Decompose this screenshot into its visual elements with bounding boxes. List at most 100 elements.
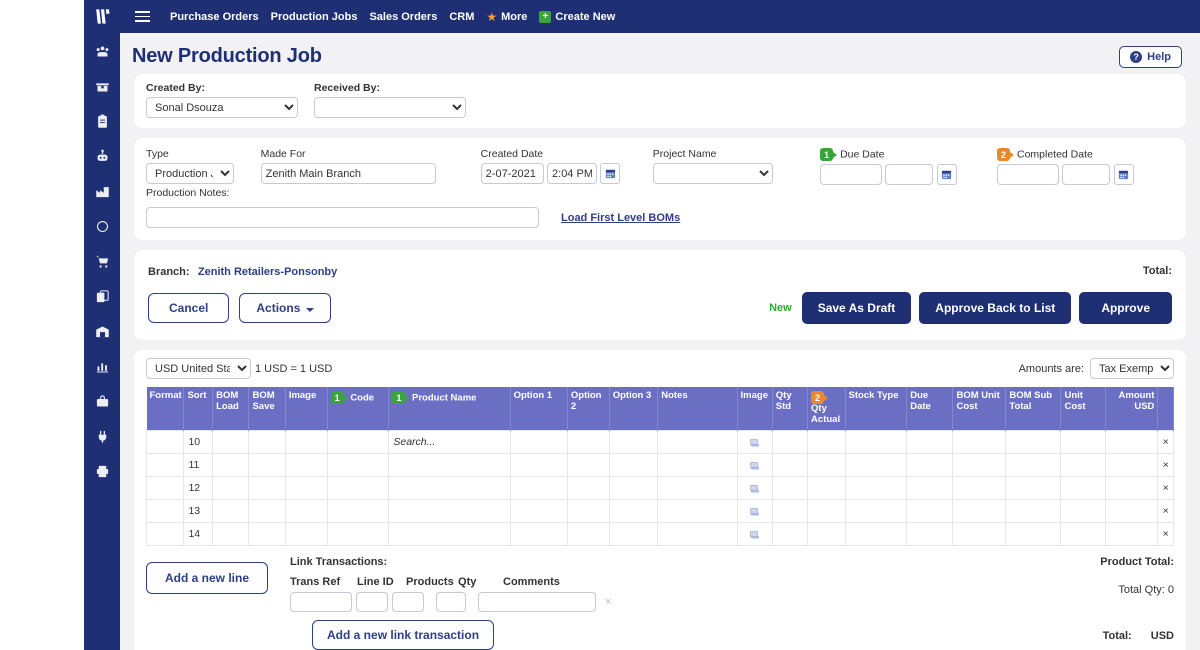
cell-product-name[interactable] xyxy=(388,453,511,478)
cell-stock-type[interactable] xyxy=(844,476,908,501)
lt-comments-input[interactable] xyxy=(478,592,597,613)
cell-bom-unit-cost[interactable] xyxy=(952,476,1007,501)
cell-bom-sub-total[interactable] xyxy=(1005,476,1062,501)
cell-sort[interactable]: 13 xyxy=(183,499,214,524)
cell-bom-sub-total[interactable] xyxy=(1005,453,1062,478)
cell-bom-unit-cost[interactable] xyxy=(952,499,1007,524)
made-for-input[interactable] xyxy=(260,163,436,184)
cell-qty-std[interactable] xyxy=(771,430,809,455)
received-by-select[interactable] xyxy=(314,97,466,118)
cell-bom-unit-cost[interactable] xyxy=(952,453,1007,478)
cell-unit-cost[interactable] xyxy=(1060,453,1106,478)
cell-amount-usd[interactable] xyxy=(1104,430,1159,455)
sidebar-item-cart[interactable] xyxy=(84,244,120,279)
cell-unit-cost[interactable] xyxy=(1060,499,1106,524)
cell-product-name[interactable] xyxy=(388,499,511,524)
col-due-date[interactable]: Due Date xyxy=(906,387,954,431)
cell-format[interactable] xyxy=(145,453,185,478)
cell-amount-usd[interactable] xyxy=(1104,499,1159,524)
cell-qty-actual[interactable] xyxy=(807,522,846,547)
cell-notes[interactable] xyxy=(657,499,738,524)
cell-bom-unit-cost[interactable] xyxy=(952,430,1007,455)
cell-product-name[interactable] xyxy=(388,476,511,501)
cell-qty-actual[interactable] xyxy=(807,453,846,478)
cell-format[interactable] xyxy=(145,499,185,524)
due-time-input[interactable] xyxy=(885,164,934,186)
cell-bom-save[interactable] xyxy=(248,476,286,501)
col-stock-type[interactable]: Stock Type xyxy=(845,387,908,431)
load-first-level-boms-link[interactable]: Load First Level BOMs xyxy=(561,212,680,224)
cell-stock-type[interactable] xyxy=(844,430,908,455)
row-delete-icon[interactable]: × xyxy=(1157,499,1174,524)
row-delete-icon[interactable]: × xyxy=(1157,476,1174,501)
cell-format[interactable] xyxy=(145,430,185,455)
col-sort[interactable]: Sort xyxy=(183,387,214,431)
nav-link-more[interactable]: ★ More xyxy=(486,10,527,24)
cell-due-date[interactable] xyxy=(906,476,954,501)
sidebar-item-clipboard[interactable] xyxy=(84,104,120,139)
cell-code[interactable] xyxy=(326,476,390,501)
completed-date-calendar-icon[interactable] xyxy=(1113,164,1134,185)
cell-image-2[interactable] xyxy=(736,476,773,501)
add-new-line-button[interactable]: Add a new line xyxy=(146,562,269,595)
currency-select[interactable]: USD United States xyxy=(146,358,251,380)
cell-unit-cost[interactable] xyxy=(1060,522,1106,547)
cell-code[interactable] xyxy=(326,499,390,524)
lt-trans-ref-input[interactable] xyxy=(290,592,353,613)
col-option-2[interactable]: Option 2 xyxy=(567,387,610,431)
cell-image-1[interactable] xyxy=(284,453,328,478)
cell-option-2[interactable] xyxy=(566,453,610,478)
cell-stock-type[interactable] xyxy=(844,499,908,524)
cell-amount-usd[interactable] xyxy=(1104,476,1159,501)
cell-format[interactable] xyxy=(145,476,185,501)
cell-bom-save[interactable] xyxy=(248,499,286,524)
cell-due-date[interactable] xyxy=(906,453,954,478)
sidebar-item-circle[interactable] xyxy=(84,209,120,244)
col-bom-load[interactable]: BOM Load xyxy=(212,387,250,431)
sidebar-item-robot[interactable] xyxy=(84,139,120,174)
cell-image-2[interactable] xyxy=(736,522,773,547)
sidebar-item-plug[interactable] xyxy=(84,419,120,454)
nav-link-crm[interactable]: CRM xyxy=(449,11,474,23)
cell-qty-std[interactable] xyxy=(771,522,809,547)
sidebar-item-warehouse[interactable] xyxy=(84,314,120,349)
nav-link-purchase-orders[interactable]: Purchase Orders xyxy=(170,11,259,23)
cell-qty-std[interactable] xyxy=(771,453,809,478)
cell-bom-save[interactable] xyxy=(248,453,286,478)
cell-option-1[interactable] xyxy=(509,499,568,524)
col-bom-unit-cost[interactable]: BOM Unit Cost xyxy=(952,387,1007,431)
cell-option-3[interactable] xyxy=(608,430,659,455)
cell-qty-actual[interactable] xyxy=(807,476,846,501)
cell-code[interactable] xyxy=(326,430,390,455)
due-date-calendar-icon[interactable] xyxy=(936,164,957,185)
cell-option-1[interactable] xyxy=(509,430,568,455)
cell-sort[interactable]: 11 xyxy=(183,453,214,478)
cell-amount-usd[interactable] xyxy=(1104,453,1159,478)
sidebar-item-printer[interactable] xyxy=(84,454,120,489)
lt-products-input[interactable] xyxy=(392,592,425,613)
approve-back-to-list-button[interactable]: Approve Back to List xyxy=(919,292,1072,325)
completed-time-input[interactable] xyxy=(1062,164,1111,186)
completed-date-input[interactable] xyxy=(997,164,1060,186)
cell-bom-unit-cost[interactable] xyxy=(952,522,1007,547)
row-delete-icon[interactable]: × xyxy=(1157,522,1174,547)
approve-button[interactable]: Approve xyxy=(1079,292,1172,325)
col-image-2[interactable]: Image xyxy=(737,387,773,431)
sidebar-item-chart[interactable] xyxy=(84,349,120,384)
col-option-3[interactable]: Option 3 xyxy=(609,387,659,431)
sidebar-item-documents[interactable] xyxy=(84,279,120,314)
cell-bom-sub-total[interactable] xyxy=(1005,430,1062,455)
cell-image-2[interactable] xyxy=(736,430,773,455)
cell-image-1[interactable] xyxy=(284,522,328,547)
cell-sort[interactable]: 12 xyxy=(183,476,214,501)
cell-qty-std[interactable] xyxy=(771,499,809,524)
cell-sort[interactable]: 14 xyxy=(183,522,214,547)
nav-link-production-jobs[interactable]: Production Jobs xyxy=(271,11,358,23)
col-option-1[interactable]: Option 1 xyxy=(510,387,568,431)
cell-due-date[interactable] xyxy=(906,522,954,547)
cell-notes[interactable] xyxy=(657,430,738,455)
cell-bom-save[interactable] xyxy=(248,430,286,455)
cell-bom-load[interactable] xyxy=(212,499,250,524)
cell-bom-save[interactable] xyxy=(248,522,286,547)
table-row[interactable]: 11 × xyxy=(145,453,1174,478)
